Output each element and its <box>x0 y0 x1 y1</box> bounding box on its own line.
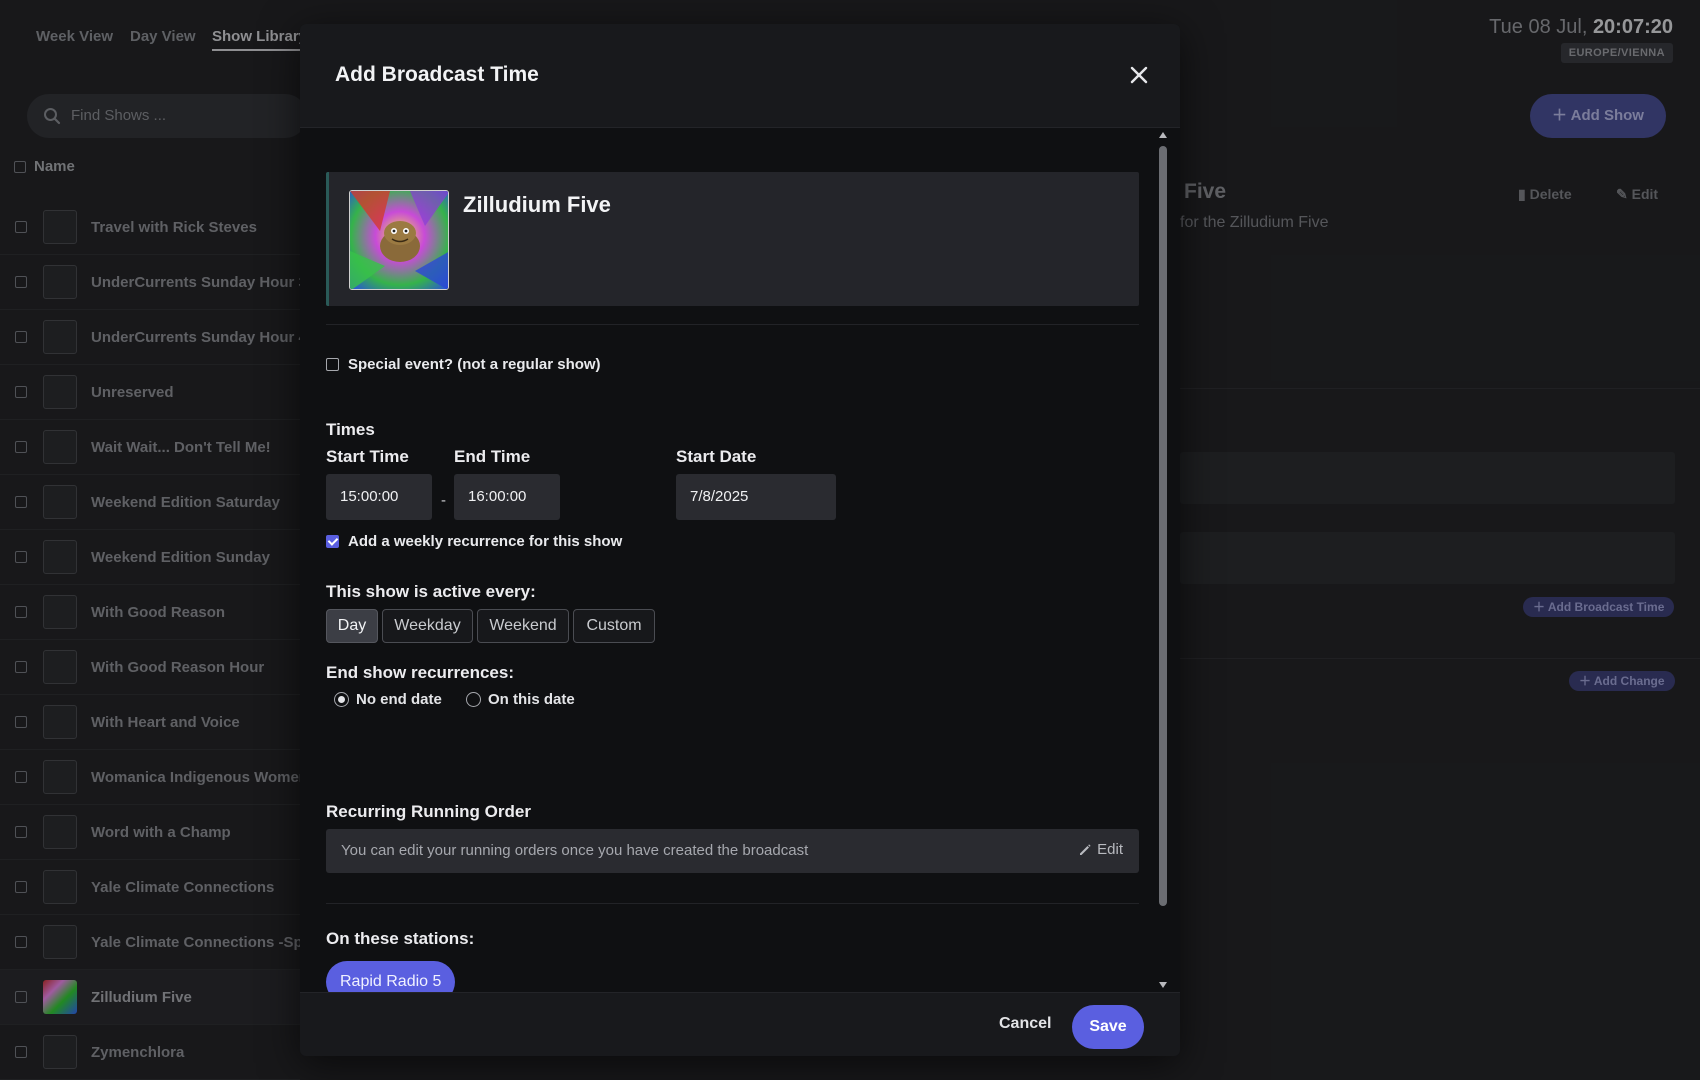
weekly-recurrence-checkbox[interactable]: Add a weekly recurrence for this show <box>326 533 622 550</box>
scroll-thumb[interactable] <box>1159 146 1167 906</box>
times-heading: Times <box>326 420 375 439</box>
special-event-box[interactable] <box>326 358 339 371</box>
start-time-input[interactable]: 15:00:00 <box>326 474 432 520</box>
show-artwork <box>349 190 449 290</box>
start-date-input[interactable]: 7/8/2025 <box>676 474 836 520</box>
save-button[interactable]: Save <box>1072 1005 1144 1049</box>
start-time-label: Start Time <box>326 447 409 466</box>
start-date-label: Start Date <box>676 447 757 466</box>
running-order-edit-button[interactable]: Edit <box>1078 841 1123 858</box>
show-card: Zilludium Five <box>326 172 1139 306</box>
cancel-button[interactable]: Cancel <box>999 1015 1051 1033</box>
station-chip[interactable]: Rapid Radio 5 <box>326 961 456 992</box>
recurrence-custom-button[interactable]: Custom <box>573 609 655 643</box>
end-time-input[interactable]: 16:00:00 <box>454 474 560 520</box>
stations-label: On these stations: <box>326 929 475 948</box>
no-end-date-dot[interactable] <box>334 692 349 707</box>
dialog-body[interactable]: Zilludium Five Special event? (not a reg… <box>300 128 1180 992</box>
special-event-checkbox[interactable]: Special event? (not a regular show) <box>326 356 601 373</box>
add-broadcast-time-dialog: Add Broadcast Time Zilludium Five Specia… <box>300 24 1180 1056</box>
weekly-recurrence-box[interactable] <box>326 535 339 548</box>
divider <box>326 324 1139 325</box>
end-recurrences-label: End show recurrences: <box>326 663 515 682</box>
pencil-icon <box>1080 843 1091 855</box>
scroll-up-arrow-icon[interactable] <box>1159 132 1167 138</box>
scroll-down-arrow-icon[interactable] <box>1159 982 1167 988</box>
close-icon[interactable] <box>1126 62 1152 88</box>
on-this-date-dot[interactable] <box>466 692 481 707</box>
recurrence-weekday-button[interactable]: Weekday <box>382 609 473 643</box>
divider <box>326 903 1139 904</box>
end-time-label: End Time <box>454 447 531 466</box>
no-end-date-radio[interactable]: No end date <box>334 691 442 708</box>
active-every-label: This show is active every: <box>326 582 536 601</box>
time-separator: - <box>441 492 446 509</box>
dialog-scrollbar[interactable] <box>1156 128 1170 992</box>
running-order-text: You can edit your running orders once yo… <box>341 842 809 859</box>
running-order-label: Recurring Running Order <box>326 802 531 821</box>
dialog-title: Add Broadcast Time <box>335 63 539 86</box>
show-name: Zilludium Five <box>463 192 611 217</box>
running-order-box: You can edit your running orders once yo… <box>326 829 1139 873</box>
recurrence-weekend-button[interactable]: Weekend <box>477 609 569 643</box>
recurrence-day-button[interactable]: Day <box>326 609 378 643</box>
on-this-date-radio[interactable]: On this date <box>466 691 575 708</box>
dialog-header: Add Broadcast Time <box>300 24 1180 128</box>
dialog-footer: Cancel Save <box>300 992 1180 1056</box>
